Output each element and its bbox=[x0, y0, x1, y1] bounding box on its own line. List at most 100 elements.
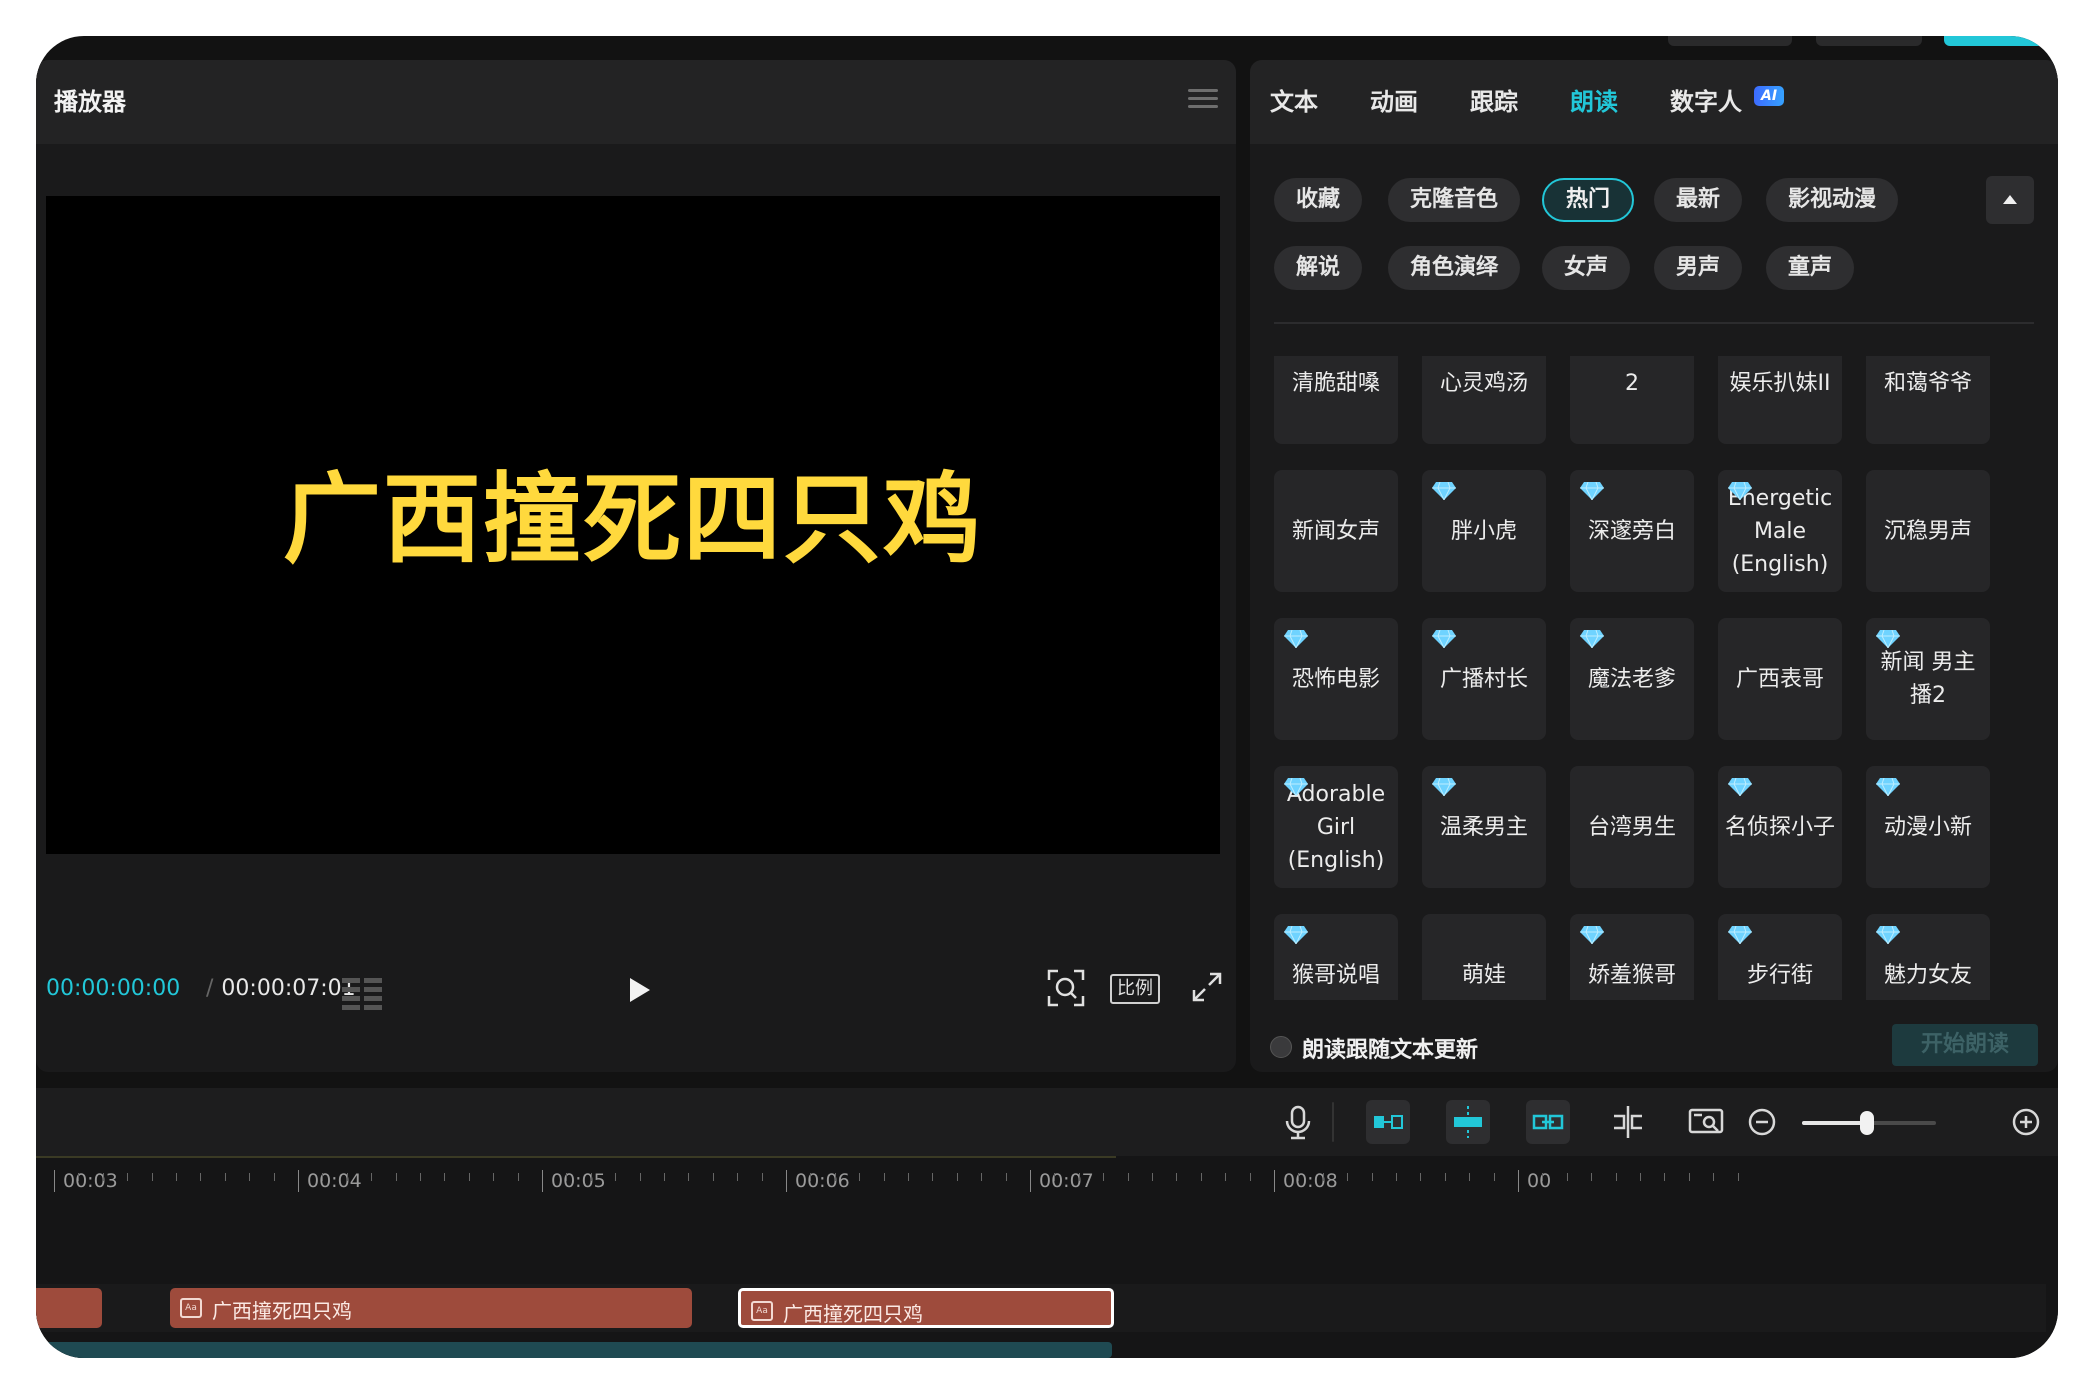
play-icon[interactable] bbox=[618, 970, 658, 1010]
link-clips-icon[interactable] bbox=[1526, 1100, 1570, 1144]
zoom-in-icon[interactable] bbox=[2004, 1100, 2048, 1144]
chip-role-play[interactable]: 角色演绎 bbox=[1388, 246, 1521, 290]
ruler-tick bbox=[1469, 1173, 1471, 1181]
vip-diamond-icon bbox=[1284, 629, 1308, 650]
text-clip-selected[interactable]: Aa 广西撞死四只鸡 bbox=[738, 1288, 1114, 1328]
voice-card[interactable]: Energetic Male (English) bbox=[1718, 470, 1842, 592]
voice-card[interactable]: 新闻 男主播2 bbox=[1866, 618, 1990, 740]
tab-tracking[interactable]: 跟踪 bbox=[1470, 82, 1518, 117]
ruler-tick bbox=[224, 1173, 226, 1181]
split-icon[interactable] bbox=[1606, 1100, 1650, 1144]
voice-card[interactable]: 娇羞猴哥 bbox=[1570, 914, 1694, 1000]
zoom-out-icon[interactable] bbox=[1740, 1100, 1784, 1144]
ruler-tick bbox=[273, 1173, 275, 1181]
chip-clone-voice[interactable]: 克隆音色 bbox=[1388, 178, 1521, 222]
ruler-tick bbox=[1127, 1173, 1129, 1181]
voice-card[interactable]: 心灵鸡汤 bbox=[1422, 356, 1546, 444]
voice-card-label: 广西表哥 bbox=[1735, 666, 1824, 692]
start-reading-button[interactable]: 开始朗读 bbox=[1892, 1024, 2038, 1066]
ruler-time-label: 00:05 bbox=[542, 1170, 606, 1192]
ruler-tick bbox=[688, 1173, 690, 1181]
split-center-icon[interactable] bbox=[1446, 1100, 1490, 1144]
voice-card[interactable]: 2 bbox=[1570, 356, 1694, 444]
ruler-tick bbox=[1542, 1173, 1544, 1181]
voice-card[interactable]: 魅力女友 bbox=[1866, 914, 1990, 1000]
ruler-tick bbox=[1249, 1173, 1251, 1181]
chip-newest[interactable]: 最新 bbox=[1654, 178, 1743, 222]
text-clip-partial[interactable] bbox=[36, 1288, 102, 1328]
ruler-tick bbox=[1005, 1173, 1007, 1181]
voice-card[interactable]: 萌娃 bbox=[1422, 914, 1546, 1000]
voice-card[interactable]: Adorable Girl (English) bbox=[1274, 766, 1398, 888]
voice-card-label: 心灵鸡汤 bbox=[1439, 370, 1528, 396]
ruler-tick bbox=[371, 1173, 373, 1181]
timecode-total: / 00:00:07:01 bbox=[206, 976, 356, 1001]
voice-card-label: 萌娃 bbox=[1461, 962, 1506, 988]
scan-zoom-icon[interactable] bbox=[1046, 968, 1086, 1008]
ruler-tick bbox=[639, 1173, 641, 1181]
ruler-tick bbox=[737, 1173, 739, 1181]
text-clip[interactable]: Aa 广西撞死四只鸡 bbox=[170, 1288, 692, 1328]
voice-card[interactable]: 娱乐扒妹II bbox=[1718, 356, 1842, 444]
ruler-tick bbox=[664, 1173, 665, 1181]
voice-card[interactable]: 深邃旁白 bbox=[1570, 470, 1694, 592]
ruler-tick bbox=[176, 1173, 177, 1181]
voice-card-label: 娱乐扒妹II bbox=[1729, 370, 1831, 396]
tab-animation[interactable]: 动画 bbox=[1370, 82, 1418, 117]
app-window: 播放器 广西撞死四只鸡 00:00:00:00 / 00:00:07:01 比例 bbox=[36, 36, 2058, 1358]
timecode-total-value: 00:00:07:01 bbox=[221, 976, 356, 1001]
ruler-tick bbox=[78, 1173, 80, 1181]
voice-card[interactable]: 胖小虎 bbox=[1422, 470, 1546, 592]
voice-card[interactable]: 沉稳男声 bbox=[1866, 470, 1990, 592]
audio-track-bar[interactable] bbox=[36, 1342, 1112, 1358]
fullscreen-icon[interactable] bbox=[1190, 970, 1224, 1004]
snap-left-icon[interactable] bbox=[1366, 1100, 1410, 1144]
ruler-tick bbox=[1737, 1173, 1739, 1181]
voice-panel: 文本 动画 跟踪 朗读 数字人 AI 收藏 克隆音色 热门 最新 影视动漫 解说… bbox=[1250, 60, 2058, 1072]
chip-favorites[interactable]: 收藏 bbox=[1274, 178, 1363, 222]
ruler-tick bbox=[127, 1173, 129, 1181]
list-view-icon[interactable] bbox=[342, 976, 386, 1010]
ratio-button[interactable]: 比例 bbox=[1110, 974, 1160, 1004]
menu-icon[interactable] bbox=[1188, 84, 1218, 114]
voice-card[interactable]: 和蔼爷爷 bbox=[1866, 356, 1990, 444]
chip-female[interactable]: 女声 bbox=[1542, 246, 1631, 290]
voice-card[interactable]: 广播村长 bbox=[1422, 618, 1546, 740]
collapse-chevron-icon[interactable] bbox=[1986, 176, 2034, 224]
voice-card[interactable]: 动漫小新 bbox=[1866, 766, 1990, 888]
text-clip-label: 广西撞死四只鸡 bbox=[783, 1302, 923, 1326]
voice-card[interactable]: 广西表哥 bbox=[1718, 618, 1842, 740]
vip-diamond-icon bbox=[1432, 629, 1456, 650]
voice-card[interactable]: 清脆甜嗓 bbox=[1274, 356, 1398, 444]
tab-digital-human[interactable]: 数字人 bbox=[1670, 82, 1742, 117]
chip-male[interactable]: 男声 bbox=[1654, 246, 1743, 290]
voice-card[interactable]: 台湾男生 bbox=[1570, 766, 1694, 888]
preview-toggle-icon[interactable] bbox=[1684, 1100, 1728, 1144]
vip-diamond-icon bbox=[1284, 777, 1308, 798]
chip-hot[interactable]: 热门 bbox=[1542, 178, 1635, 222]
voice-card[interactable]: 新闻女声 bbox=[1274, 470, 1398, 592]
timeline-ruler[interactable]: 00:03 00:04 00:05 00:06 00:07 00:08 00 bbox=[36, 1156, 2058, 1206]
voice-card[interactable]: 温柔男主 bbox=[1422, 766, 1546, 888]
voice-card-label: 新闻女声 bbox=[1291, 518, 1380, 544]
voice-card[interactable]: 恐怖电影 bbox=[1274, 618, 1398, 740]
tab-read-aloud[interactable]: 朗读 bbox=[1570, 82, 1618, 117]
ruler-tick bbox=[1664, 1173, 1666, 1181]
chip-child[interactable]: 童声 bbox=[1766, 246, 1855, 290]
voice-card[interactable]: 猴哥说唱 bbox=[1274, 914, 1398, 1000]
voice-card[interactable]: 魔法老爹 bbox=[1570, 618, 1694, 740]
ruler-tick bbox=[1054, 1173, 1056, 1181]
preview-canvas[interactable]: 广西撞死四只鸡 bbox=[46, 196, 1220, 854]
ruler-tick bbox=[834, 1173, 836, 1181]
follow-text-checkbox[interactable] bbox=[1270, 1036, 1292, 1058]
chip-commentary[interactable]: 解说 bbox=[1274, 246, 1363, 290]
timecode-current: 00:00:00:00 bbox=[46, 976, 181, 1001]
ruler-time-label: 00:03 bbox=[54, 1170, 118, 1192]
zoom-slider-handle[interactable] bbox=[1860, 1111, 1874, 1135]
ruler-tick bbox=[1176, 1173, 1178, 1181]
microphone-icon[interactable] bbox=[1276, 1100, 1320, 1144]
voice-card[interactable]: 步行街 bbox=[1718, 914, 1842, 1000]
voice-card[interactable]: 名侦探小子 bbox=[1718, 766, 1842, 888]
tab-text[interactable]: 文本 bbox=[1270, 82, 1318, 117]
chip-film-anime[interactable]: 影视动漫 bbox=[1766, 178, 1899, 222]
